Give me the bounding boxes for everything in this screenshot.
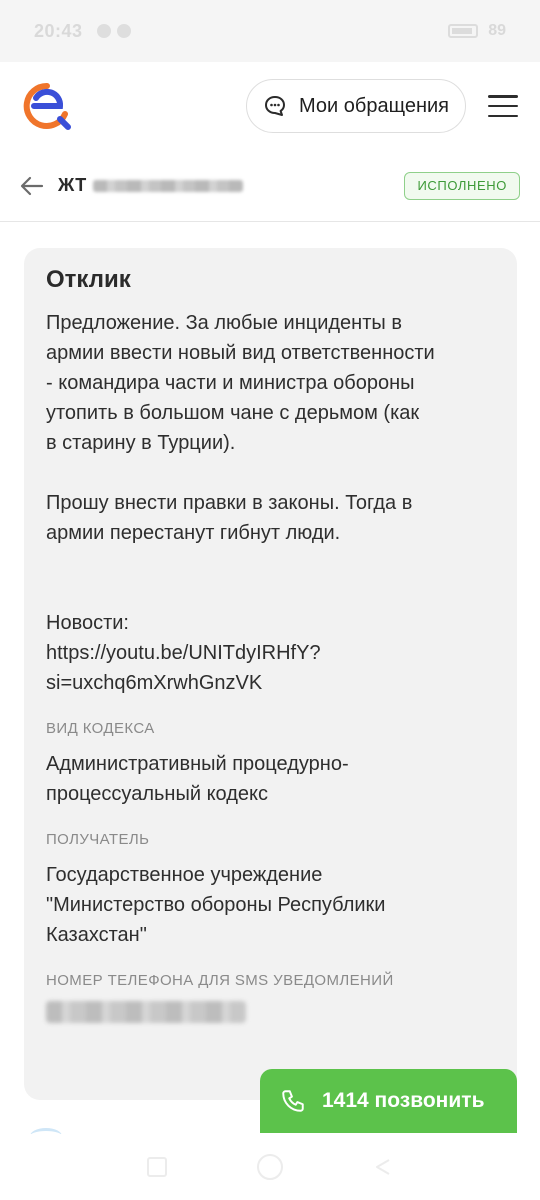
recent-apps-icon[interactable] [147, 1157, 167, 1177]
status-time: 20:43 [34, 20, 83, 41]
battery-icon [448, 24, 479, 38]
system-nav-bar [0, 1134, 540, 1200]
ticket-number-redacted [92, 179, 243, 192]
call-button-label: 1414 позвонить [322, 1089, 485, 1112]
status-badge: ИСПОЛНЕНО [404, 171, 520, 200]
my-appeals-label: Мои обращения [299, 94, 449, 117]
phone-label: НОМЕР ТЕЛЕФОНА ДЛЯ SMS УВЕДОМЛЕНИЙ [46, 972, 394, 989]
e-logo-icon[interactable] [22, 81, 72, 131]
my-appeals-button[interactable]: Мои обращения [246, 79, 466, 133]
recipient-value: Государственное учреждение "Министерство… [46, 864, 386, 946]
status-indicators: 89 [448, 22, 506, 40]
back-arrow-icon[interactable] [20, 176, 44, 196]
card-title: Отклик [46, 266, 131, 293]
notification-icons [96, 24, 131, 38]
chat-bubble-icon [265, 96, 286, 116]
call-button[interactable]: 1414 позвонить [260, 1069, 517, 1133]
response-text: Предложение. За любые инциденты в армии … [46, 312, 435, 694]
back-triangle-icon[interactable] [373, 1157, 393, 1177]
appeal-detail-bar: ЖТ ИСПОЛНЕНО [0, 150, 540, 222]
home-icon[interactable] [257, 1154, 283, 1180]
status-bar: 20:43 89 [0, 0, 540, 62]
code-type-value: Административный процедурно- процессуаль… [46, 753, 349, 805]
code-type-label: ВИД КОДЕКСА [46, 720, 155, 737]
hamburger-menu-icon[interactable] [488, 95, 518, 117]
response-card: Отклик Предложение. За любые инциденты в… [24, 248, 517, 1100]
phone-icon [282, 1090, 304, 1112]
recipient-label: ПОЛУЧАТЕЛЬ [46, 831, 150, 848]
battery-level: 89 [488, 22, 506, 39]
phone-number-redacted [46, 1001, 246, 1023]
ticket-number: ЖТ [58, 175, 87, 195]
app-header: Мои обращения [0, 62, 540, 150]
